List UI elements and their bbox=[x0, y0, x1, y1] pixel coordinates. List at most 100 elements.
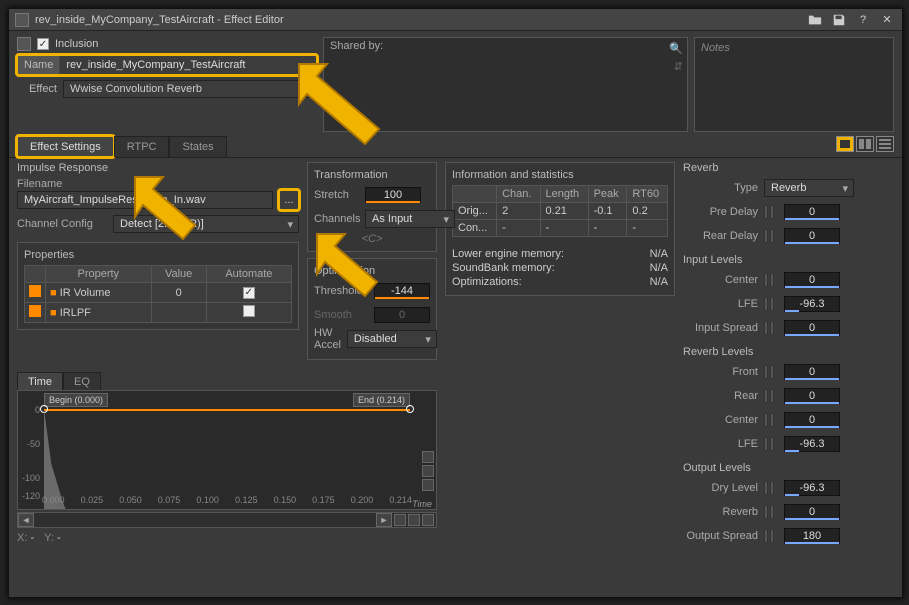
lfe-input[interactable]: -96.3 bbox=[784, 296, 840, 312]
col-automate[interactable]: Automate bbox=[206, 266, 291, 283]
tab-effect-settings[interactable]: Effect Settings bbox=[17, 136, 114, 157]
shared-by-label: Shared by: bbox=[330, 40, 383, 52]
stretch-label: Stretch bbox=[314, 189, 359, 201]
pin-icon[interactable] bbox=[29, 305, 41, 317]
link-icon[interactable] bbox=[764, 205, 774, 219]
effect-editor-window: rev_inside_MyCompany_TestAircraft - Effe… bbox=[8, 8, 903, 598]
table-row[interactable]: ■ IRLPF bbox=[25, 303, 292, 323]
link-icon[interactable] bbox=[764, 229, 774, 243]
reverb-levels-group: Reverb Levels Front0 Rear0 Center0 LFE-9… bbox=[683, 346, 894, 458]
x-axis-label: Time bbox=[412, 499, 432, 509]
front-input[interactable]: 0 bbox=[784, 364, 840, 380]
scroll-left-icon[interactable]: ◄ bbox=[18, 513, 34, 527]
col-value[interactable]: Value bbox=[151, 266, 206, 283]
hzoom-out-icon[interactable] bbox=[422, 514, 434, 526]
dry-level-input[interactable]: -96.3 bbox=[784, 480, 840, 496]
ir-filename-input[interactable]: MyAircraft_ImpulseResponse_In.wav bbox=[17, 191, 273, 209]
name-value[interactable]: rev_inside_MyCompany_TestAircraft bbox=[60, 56, 316, 74]
hzoom-in-icon[interactable] bbox=[394, 514, 406, 526]
smooth-input: 0 bbox=[374, 307, 430, 323]
impulse-group-title: Impulse Response bbox=[17, 162, 299, 174]
name-key: Name bbox=[18, 56, 60, 74]
help-icon[interactable]: ? bbox=[854, 11, 872, 29]
inclusion-checkbox[interactable] bbox=[37, 38, 49, 50]
layout-single-icon[interactable] bbox=[836, 136, 854, 152]
notes-label: Notes bbox=[701, 42, 730, 54]
channel-config-label: Channel Config bbox=[17, 218, 107, 230]
app-icon bbox=[15, 13, 29, 27]
zoom-reset-icon[interactable] bbox=[422, 465, 434, 477]
pre-delay-input[interactable]: 0 bbox=[784, 204, 840, 220]
browse-button[interactable]: ... bbox=[279, 190, 299, 210]
sort-icon[interactable]: ⇵ bbox=[674, 60, 683, 73]
reverb-out-input[interactable]: 0 bbox=[784, 504, 840, 520]
output-spread-input[interactable]: 180 bbox=[784, 528, 840, 544]
pin-icon[interactable] bbox=[29, 285, 41, 297]
filename-label: Filename bbox=[17, 178, 299, 190]
graph-h-scrollbar[interactable]: ◄ ► bbox=[17, 512, 437, 528]
automate-checkbox[interactable] bbox=[243, 305, 255, 317]
graph-tab-time[interactable]: Time bbox=[17, 372, 63, 391]
notes-panel[interactable]: Notes bbox=[694, 37, 894, 132]
optimization-group: Optimization Threshold -144 Smooth 0 HW Ac… bbox=[307, 258, 437, 360]
inclusion-label: Inclusion bbox=[55, 38, 98, 50]
open-icon[interactable] bbox=[806, 11, 824, 29]
effect-value: Wwise Convolution Reverb bbox=[63, 80, 317, 98]
transformation-group: Transformation Stretch100 ChannelsAs Inp… bbox=[307, 162, 437, 252]
save-icon[interactable] bbox=[830, 11, 848, 29]
input-levels-group: Input Levels Center0 LFE-96.3 Input Spre… bbox=[683, 254, 894, 342]
begin-marker[interactable]: Begin (0.000) bbox=[44, 393, 108, 407]
zoom-in-icon[interactable] bbox=[422, 451, 434, 463]
smooth-label: Smooth bbox=[314, 309, 368, 321]
properties-title: Properties bbox=[24, 249, 292, 261]
table-row: Con...---- bbox=[453, 220, 668, 237]
graph-area: Time EQ Begin (0.000) End (0.214) 0 -50 … bbox=[17, 372, 437, 548]
tab-rtpc[interactable]: RTPC bbox=[114, 136, 170, 157]
zoom-out-icon[interactable] bbox=[422, 479, 434, 491]
tab-strip: Effect Settings RTPC States bbox=[9, 134, 902, 158]
reverb-group: Reverb TypeReverb Pre Delay0 Rear Delay0 bbox=[683, 162, 894, 250]
stretch-input[interactable]: 100 bbox=[365, 187, 421, 203]
window-title: rev_inside_MyCompany_TestAircraft - Effe… bbox=[35, 14, 284, 26]
shared-by-panel: Shared by: 🔍 ⇵ bbox=[323, 37, 688, 132]
info-title: Information and statistics bbox=[452, 169, 668, 181]
end-marker[interactable]: End (0.214) bbox=[353, 393, 410, 407]
hzoom-reset-icon[interactable] bbox=[408, 514, 420, 526]
reverb-type-dropdown[interactable]: Reverb bbox=[764, 179, 854, 197]
optimization-title: Optimization bbox=[314, 265, 430, 277]
info-group: Information and statistics Chan.LengthPe… bbox=[445, 162, 675, 296]
tab-states[interactable]: States bbox=[169, 136, 226, 157]
col-pin[interactable] bbox=[25, 266, 46, 283]
hwaccel-label: HW Accel bbox=[314, 327, 341, 351]
layout-dual-icon[interactable] bbox=[856, 136, 874, 152]
layout-list-icon[interactable] bbox=[876, 136, 894, 152]
transformation-title: Transformation bbox=[314, 169, 430, 181]
threshold-input[interactable]: -144 bbox=[374, 283, 430, 299]
main-content: Impulse Response Filename MyAircraft_Imp… bbox=[9, 158, 902, 597]
channels-dropdown[interactable]: As Input bbox=[365, 210, 455, 228]
search-icon[interactable]: 🔍 bbox=[669, 42, 683, 55]
output-levels-group: Output Levels Dry Level-96.3 Reverb0 Out… bbox=[683, 462, 894, 550]
name-field[interactable]: Name rev_inside_MyCompany_TestAircraft bbox=[17, 55, 317, 75]
rear-delay-input[interactable]: 0 bbox=[784, 228, 840, 244]
channel-config-dropdown[interactable]: Detect [2.0 (L,R)] bbox=[113, 215, 299, 233]
center-input[interactable]: 0 bbox=[784, 272, 840, 288]
waveform-graph[interactable]: Begin (0.000) End (0.214) 0 -50 -100 -12… bbox=[17, 390, 437, 510]
hwaccel-dropdown[interactable]: Disabled bbox=[347, 330, 437, 348]
close-icon[interactable]: ✕ bbox=[878, 11, 896, 29]
center-rv-input[interactable]: 0 bbox=[784, 412, 840, 428]
table-row[interactable]: ■ IR Volume 0 bbox=[25, 283, 292, 303]
graph-tab-eq[interactable]: EQ bbox=[63, 372, 101, 391]
automate-checkbox[interactable] bbox=[243, 287, 255, 299]
properties-table: Property Value Automate ■ IR Volume 0 bbox=[24, 265, 292, 323]
channels-label: Channels bbox=[314, 213, 359, 225]
lfe-rv-input[interactable]: -96.3 bbox=[784, 436, 840, 452]
rear-input[interactable]: 0 bbox=[784, 388, 840, 404]
col-property[interactable]: Property bbox=[46, 266, 152, 283]
scroll-right-icon[interactable]: ► bbox=[376, 513, 392, 527]
threshold-label: Threshold bbox=[314, 285, 368, 297]
center-placeholder: <C> bbox=[314, 233, 430, 245]
header: Inclusion Name rev_inside_MyCompany_Test… bbox=[9, 31, 902, 134]
impulse-response-group: Impulse Response Filename MyAircraft_Imp… bbox=[17, 162, 299, 242]
input-spread-input[interactable]: 0 bbox=[784, 320, 840, 336]
